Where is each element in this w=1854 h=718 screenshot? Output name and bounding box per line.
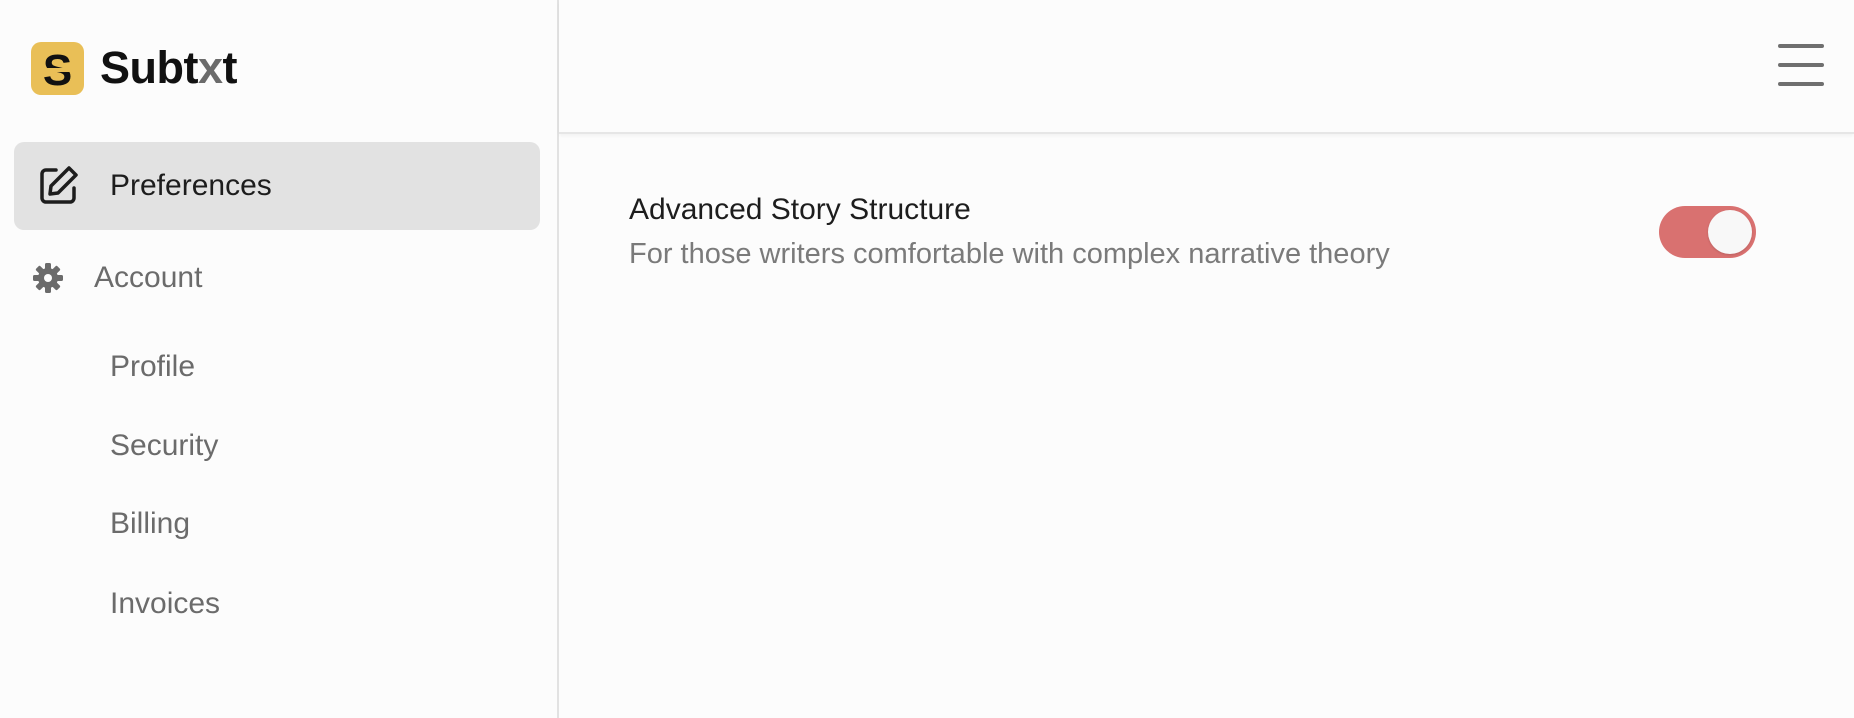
sidebar: S Subtxt Preferences Account Profile Sec…: [0, 0, 559, 718]
brand-name-suffix: t: [222, 42, 238, 93]
edit-icon: [40, 166, 78, 204]
menu-line: [1778, 82, 1824, 86]
brand-name: Subtxt: [100, 42, 237, 94]
menu-line: [1778, 44, 1824, 48]
setting-advanced-story-structure: Advanced Story Structure For those write…: [629, 190, 1789, 274]
gear-icon: [33, 263, 63, 293]
top-bar: [559, 0, 1854, 134]
toggle-knob: [1708, 210, 1752, 254]
sidebar-item-security[interactable]: Security: [110, 426, 218, 466]
logo-s-icon: S: [37, 46, 78, 95]
brand-name-prefix: Subt: [100, 42, 198, 93]
sidebar-item-profile[interactable]: Profile: [110, 347, 195, 387]
brand[interactable]: S Subtxt: [31, 41, 237, 95]
main-content: Advanced Story Structure For those write…: [559, 0, 1854, 718]
sidebar-item-account[interactable]: Account: [32, 258, 202, 298]
hamburger-menu-icon[interactable]: [1778, 44, 1826, 86]
brand-name-accent: x: [197, 42, 223, 93]
sidebar-item-billing[interactable]: Billing: [110, 504, 190, 544]
setting-description: For those writers comfortable with compl…: [629, 238, 1390, 270]
sidebar-item-label: Account: [94, 261, 203, 294]
app-window: S Subtxt Preferences Account Profile Sec…: [0, 0, 1854, 718]
sidebar-item-label: Preferences: [110, 169, 272, 202]
sidebar-item-invoices[interactable]: Invoices: [110, 584, 220, 624]
sidebar-item-preferences[interactable]: Preferences: [14, 142, 540, 230]
setting-title: Advanced Story Structure: [629, 193, 971, 226]
brand-logo: S: [31, 41, 84, 95]
menu-line: [1778, 63, 1824, 67]
advanced-story-structure-toggle[interactable]: [1659, 206, 1756, 258]
